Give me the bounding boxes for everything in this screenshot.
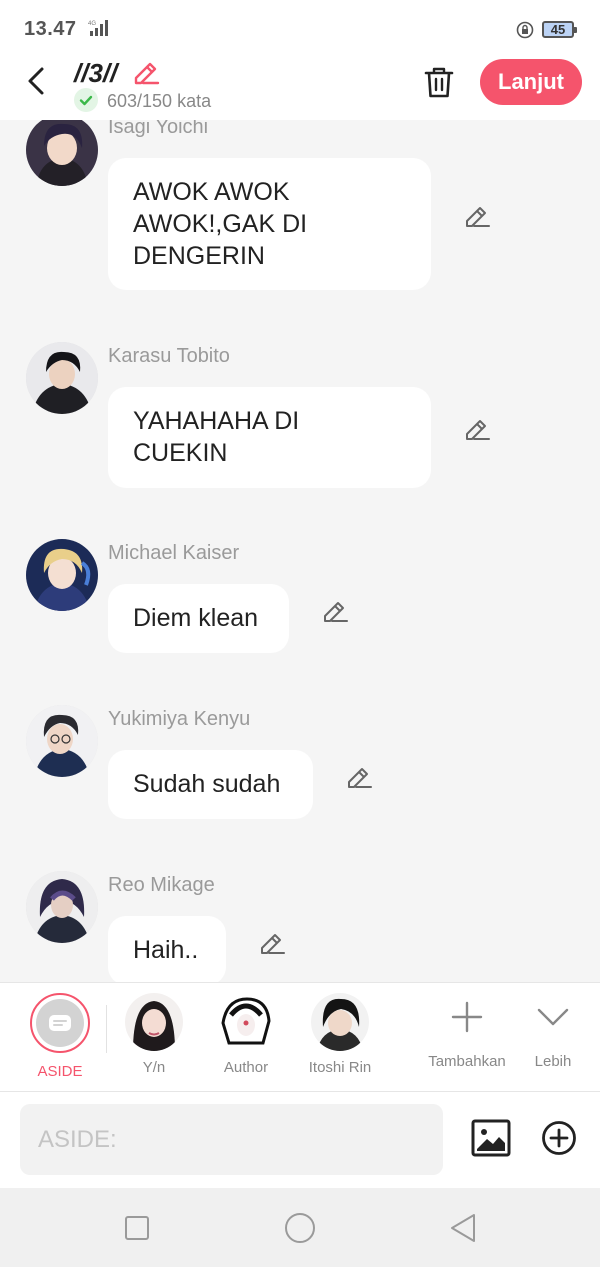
- edit-title-icon[interactable]: [130, 56, 160, 86]
- edit-message-icon[interactable]: [345, 762, 373, 790]
- editor-header: //3// 603/150 kata Lanjut: [0, 58, 600, 120]
- avatar-kaiser[interactable]: [26, 539, 98, 611]
- rotation-lock-icon: [516, 21, 534, 39]
- word-count: 603/150 kata: [107, 91, 212, 111]
- add-character-label: Tambahkan: [428, 1053, 506, 1070]
- composer: [0, 1092, 600, 1188]
- character-label: Itoshi Rin: [308, 1059, 372, 1076]
- more-characters-label: Lebih: [534, 1053, 572, 1070]
- status-time: 13.47: [24, 18, 77, 40]
- home-icon[interactable]: [284, 1212, 316, 1244]
- avatar-rin: [311, 993, 369, 1051]
- message-bubble[interactable]: Haih..: [108, 916, 226, 982]
- character-author[interactable]: Author: [206, 993, 286, 1076]
- message-sender-name: Michael Kaiser: [108, 542, 240, 564]
- more-characters-button[interactable]: Lebih: [528, 999, 578, 1070]
- message-sender-name: Karasu Tobito: [108, 345, 230, 367]
- chat-bubble-icon: [36, 999, 84, 1047]
- avatar-karasu[interactable]: [26, 342, 98, 414]
- avatar-yn: [125, 993, 183, 1051]
- chevron-down-icon: [537, 1008, 569, 1026]
- avatar-isagi[interactable]: [26, 120, 98, 186]
- edit-message-icon[interactable]: [258, 928, 286, 956]
- message-sender-name: Isagi Yoichi: [108, 120, 209, 138]
- trash-icon[interactable]: [422, 64, 456, 100]
- image-icon[interactable]: [471, 1119, 511, 1157]
- aside-label: ASIDE: [37, 1063, 83, 1080]
- chapter-title[interactable]: //3//: [74, 58, 117, 89]
- next-button[interactable]: Lanjut: [480, 59, 582, 105]
- divider: [106, 1005, 107, 1053]
- message-bubble[interactable]: AWOK AWOK AWOK!,GAK DI DENGERIN: [108, 158, 431, 290]
- character-yn[interactable]: Y/n: [114, 993, 194, 1076]
- avatar-author: [217, 993, 275, 1051]
- network-type: 4G: [88, 21, 96, 27]
- edit-message-icon[interactable]: [463, 414, 491, 442]
- message-sender-name: Reo Mikage: [108, 874, 215, 896]
- avatar-reo[interactable]: [26, 871, 98, 943]
- system-navigation-bar: [0, 1188, 600, 1267]
- avatar-yukimiya[interactable]: [26, 705, 98, 777]
- edit-message-icon[interactable]: [463, 201, 491, 229]
- recent-apps-icon[interactable]: [124, 1215, 150, 1241]
- back-arrow-icon[interactable]: [22, 64, 52, 98]
- add-circle-icon[interactable]: [541, 1120, 577, 1156]
- message-bubble[interactable]: Sudah sudah: [108, 750, 313, 819]
- battery-indicator: 45: [542, 21, 577, 38]
- character-rin[interactable]: Itoshi Rin: [300, 993, 380, 1076]
- status-bar: 13.47 4G 45: [0, 0, 600, 58]
- message-sender-name: Yukimiya Kenyu: [108, 708, 251, 730]
- aside-input[interactable]: [20, 1104, 443, 1175]
- message-bubble[interactable]: YAHAHAHA DI CUEKIN: [108, 387, 431, 488]
- character-selector: ASIDE Y/n Author Itoshi Rin Tambahkan Le…: [0, 982, 600, 1092]
- character-label: Author: [223, 1059, 269, 1076]
- plus-icon: [451, 1001, 483, 1033]
- signal-icon: 4G: [88, 20, 108, 36]
- back-icon[interactable]: [448, 1212, 478, 1244]
- check-icon: [74, 88, 98, 112]
- aside-character-button[interactable]: [30, 993, 90, 1053]
- character-label: Y/n: [142, 1059, 166, 1076]
- message-bubble[interactable]: Diem klean: [108, 584, 289, 653]
- edit-message-icon[interactable]: [321, 596, 349, 624]
- add-character-button[interactable]: Tambahkan: [422, 999, 512, 1070]
- chat-message-list[interactable]: Isagi Yoichi AWOK AWOK AWOK!,GAK DI DENG…: [0, 120, 600, 982]
